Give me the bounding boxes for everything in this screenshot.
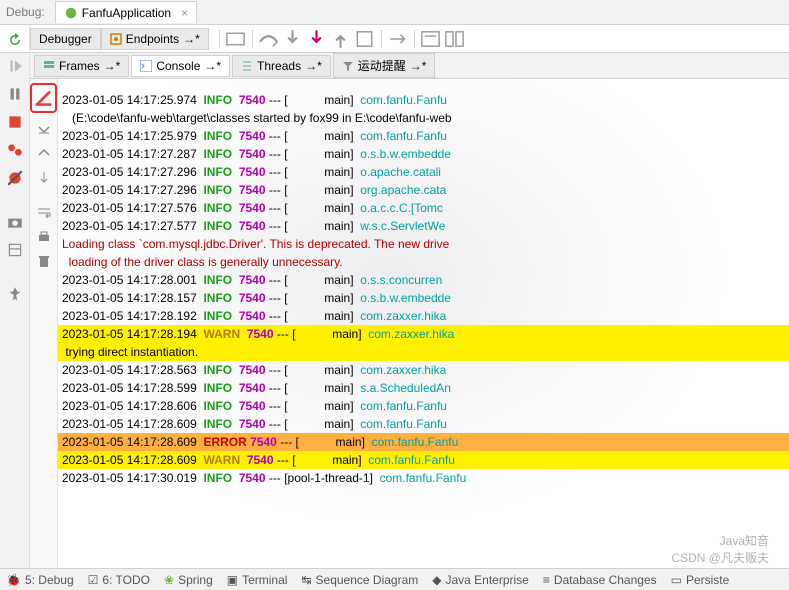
print-icon[interactable] bbox=[36, 229, 52, 245]
console-line: loading of the driver class is generally… bbox=[58, 253, 789, 271]
console-line: 2023-01-05 14:17:25.979 INFO 7540 --- [ … bbox=[58, 127, 789, 145]
settings-icon[interactable] bbox=[6, 241, 24, 259]
drop-frame-icon[interactable] bbox=[353, 27, 377, 51]
debugger-tab[interactable]: Debugger bbox=[30, 28, 101, 50]
run-to-cursor-icon[interactable] bbox=[386, 27, 410, 51]
scroll-up-icon[interactable] bbox=[36, 145, 52, 161]
endpoints-icon bbox=[110, 33, 122, 45]
leaf-icon: ❀ bbox=[164, 573, 174, 587]
console-line: 2023-01-05 14:17:28.001 INFO 7540 --- [ … bbox=[58, 271, 789, 289]
delete-icon[interactable] bbox=[36, 253, 52, 269]
debug-header: Debug: FanfuApplication × bbox=[0, 0, 789, 25]
java-icon: ◆ bbox=[432, 573, 441, 587]
bottom-toolbar: 🐞5: Debug ☑6: TODO ❀Spring ▣Terminal ↹Se… bbox=[0, 568, 789, 590]
force-step-into-icon[interactable] bbox=[305, 27, 329, 51]
filter-icon bbox=[342, 60, 354, 72]
step-toolbar bbox=[209, 27, 467, 51]
debug-side-toolbar bbox=[0, 53, 30, 568]
close-icon[interactable]: × bbox=[181, 6, 188, 20]
down-icon[interactable] bbox=[36, 169, 52, 185]
terminal-icon: ▣ bbox=[227, 573, 238, 587]
frames-icon bbox=[43, 60, 55, 72]
clear-all-highlight bbox=[30, 83, 57, 113]
soft-wrap-icon[interactable] bbox=[36, 205, 52, 221]
threads-icon bbox=[241, 60, 253, 72]
endpoints-tab[interactable]: Endpoints →* bbox=[101, 28, 209, 50]
bottom-spring[interactable]: ❀Spring bbox=[164, 573, 213, 587]
console-line: trying direct instantiation. bbox=[58, 343, 789, 361]
debugger-toolbar: Debugger Endpoints →* bbox=[0, 25, 789, 53]
console-mini-toolbar bbox=[30, 79, 58, 568]
step-out-icon[interactable] bbox=[329, 27, 353, 51]
motion-tab[interactable]: 运动提醒→* bbox=[333, 53, 436, 78]
pause-icon[interactable] bbox=[6, 85, 24, 103]
pin-indicator: →* bbox=[183, 32, 200, 46]
step-over-icon[interactable] bbox=[257, 27, 281, 51]
run-config-label: FanfuApplication bbox=[82, 6, 171, 20]
console-line: 2023-01-05 14:17:28.194 WARN 7540 --- [ … bbox=[58, 325, 789, 343]
mute-breakpoints-icon[interactable] bbox=[6, 169, 24, 187]
console-line: 2023-01-05 14:17:30.019 INFO 7540 --- [p… bbox=[58, 469, 789, 487]
pin-icon[interactable] bbox=[6, 285, 24, 303]
bottom-seq[interactable]: ↹Sequence Diagram bbox=[301, 573, 418, 587]
debug-label: Debug: bbox=[6, 5, 45, 19]
console-line: 2023-01-05 14:17:28.606 INFO 7540 --- [ … bbox=[58, 397, 789, 415]
resume-icon[interactable] bbox=[6, 57, 24, 75]
clear-all-icon[interactable] bbox=[33, 99, 54, 113]
console-line: 2023-01-05 14:17:28.563 INFO 7540 --- [ … bbox=[58, 361, 789, 379]
rerun-icon[interactable] bbox=[7, 32, 23, 48]
bottom-persist[interactable]: ▭Persiste bbox=[671, 573, 730, 587]
trace-icon[interactable] bbox=[443, 27, 467, 51]
view-breakpoints-icon[interactable] bbox=[6, 141, 24, 159]
console-output[interactable]: 2023-01-05 14:17:25.974 INFO 7540 --- [ … bbox=[58, 79, 789, 568]
seq-icon: ↹ bbox=[301, 573, 311, 587]
console-line: 2023-01-05 14:17:27.577 INFO 7540 --- [ … bbox=[58, 217, 789, 235]
bottom-terminal[interactable]: ▣Terminal bbox=[227, 573, 288, 587]
evaluate-icon[interactable] bbox=[419, 27, 443, 51]
run-config-tab[interactable]: FanfuApplication × bbox=[55, 1, 197, 23]
console-line: 2023-01-05 14:17:27.287 INFO 7540 --- [ … bbox=[58, 145, 789, 163]
threads-tab[interactable]: Threads→* bbox=[232, 55, 331, 77]
console-line: 2023-01-05 14:17:25.974 INFO 7540 --- [ … bbox=[58, 91, 789, 109]
persist-icon: ▭ bbox=[671, 573, 682, 587]
show-exec-icon[interactable] bbox=[224, 27, 248, 51]
console-line: 2023-01-05 14:17:28.609 INFO 7540 --- [ … bbox=[58, 415, 789, 433]
console-line: Loading class `com.mysql.jdbc.Driver'. T… bbox=[58, 235, 789, 253]
console-line: 2023-01-05 14:17:28.609 WARN 7540 --- [ … bbox=[58, 451, 789, 469]
scroll-down-icon[interactable] bbox=[36, 121, 52, 137]
console-tab[interactable]: Console→* bbox=[131, 55, 230, 77]
console-line: 2023-01-05 14:17:28.157 INFO 7540 --- [ … bbox=[58, 289, 789, 307]
console-line: 2023-01-05 14:17:27.576 INFO 7540 --- [ … bbox=[58, 199, 789, 217]
db-icon: ≡ bbox=[543, 573, 550, 587]
bottom-db[interactable]: ≡Database Changes bbox=[543, 573, 657, 587]
console-icon bbox=[140, 60, 152, 72]
bottom-debug[interactable]: 🐞5: Debug bbox=[6, 573, 74, 587]
bottom-java[interactable]: ◆Java Enterprise bbox=[432, 573, 529, 587]
frames-tab[interactable]: Frames→* bbox=[34, 55, 129, 77]
console-line: 2023-01-05 14:17:28.192 INFO 7540 --- [ … bbox=[58, 307, 789, 325]
camera-icon[interactable] bbox=[6, 213, 24, 231]
bottom-todo[interactable]: ☑6: TODO bbox=[88, 573, 150, 587]
console-line: 2023-01-05 14:17:28.599 INFO 7540 --- [ … bbox=[58, 379, 789, 397]
step-into-icon[interactable] bbox=[281, 27, 305, 51]
console-line: (E:\code\fanfu-web\target\classes starte… bbox=[58, 109, 789, 127]
spring-icon bbox=[64, 6, 78, 20]
check-icon: ☑ bbox=[88, 573, 99, 587]
debug-inner-tabs: Frames→* Console→* Threads→* 运动提醒→* bbox=[30, 53, 789, 79]
bug-icon: 🐞 bbox=[6, 573, 21, 587]
console-line: 2023-01-05 14:17:27.296 INFO 7540 --- [ … bbox=[58, 181, 789, 199]
console-line: 2023-01-05 14:17:27.296 INFO 7540 --- [ … bbox=[58, 163, 789, 181]
console-line: 2023-01-05 14:17:28.609 ERROR 7540 --- [… bbox=[58, 433, 789, 451]
stop-icon[interactable] bbox=[6, 113, 24, 131]
